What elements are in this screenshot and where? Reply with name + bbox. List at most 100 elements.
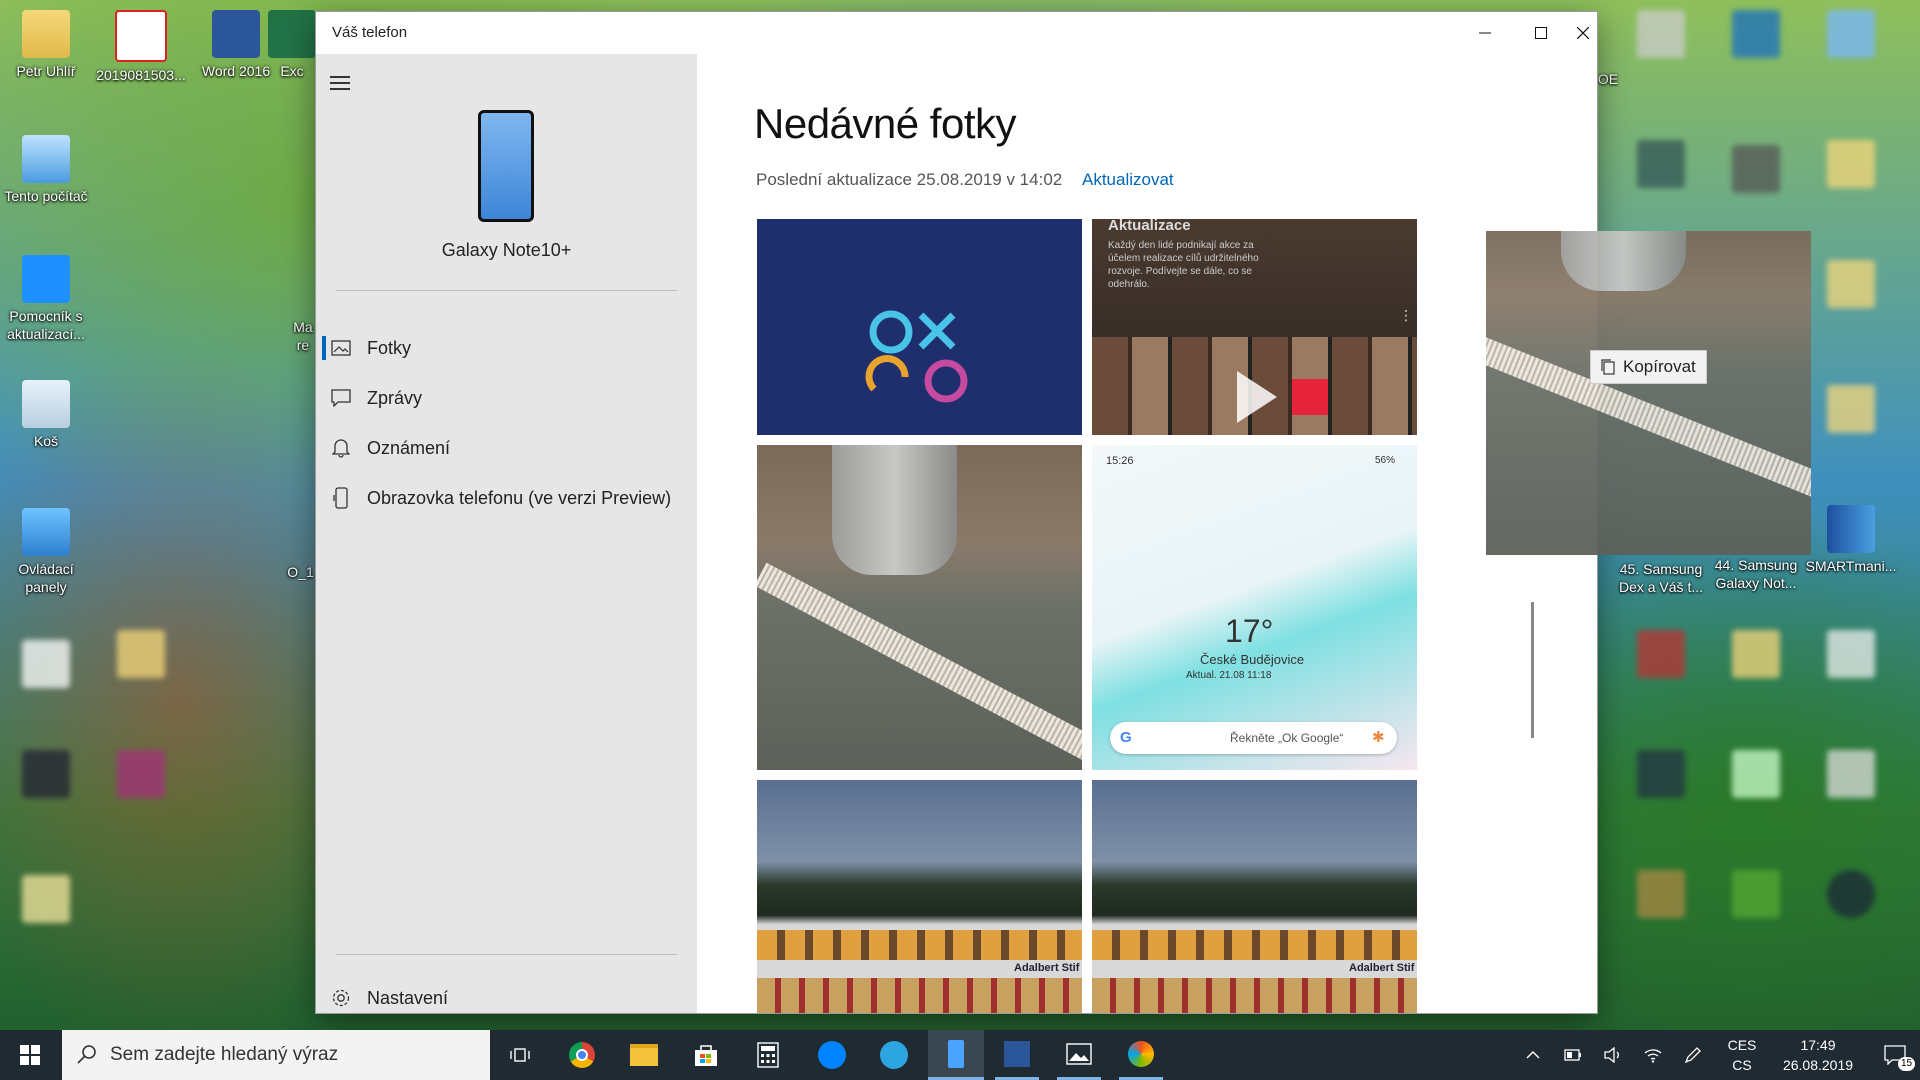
desktop-icon-blurred[interactable]	[1710, 750, 1802, 802]
weather-updated: Aktual. 21.08 11:18	[1186, 670, 1272, 681]
desktop-icon-label: Tento počítač	[4, 188, 88, 204]
desktop-icon-label: 2019081503...	[96, 67, 186, 83]
book-icon	[1637, 630, 1685, 678]
desktop-icon-blurred[interactable]	[1805, 10, 1897, 62]
desktop-icon-blurred[interactable]	[95, 750, 187, 802]
task-view-button[interactable]	[500, 1030, 540, 1080]
close-button[interactable]	[1569, 12, 1597, 54]
nav-item-photos[interactable]: Fotky	[316, 326, 697, 370]
copy-drag-tooltip: Kopírovat	[1590, 350, 1707, 384]
photo-thumbnail-phone-screenshot[interactable]: 15:26 56% 17° České Budějovice Aktual. 2…	[1092, 445, 1417, 770]
desktop-icon-blurred[interactable]	[0, 640, 92, 692]
desktop-icon-blurred[interactable]	[1710, 870, 1802, 922]
photo-thumbnail-vase-on-rug[interactable]	[757, 445, 1082, 770]
desktop-icon-blurred[interactable]	[1710, 145, 1802, 197]
desktop-icon-blurred[interactable]	[1710, 10, 1802, 62]
settings-label: Nastavení	[367, 987, 449, 1008]
show-hidden-icons-button[interactable]	[1518, 1030, 1548, 1080]
taskbar-word[interactable]	[995, 1030, 1039, 1080]
desktop-icon-blurred[interactable]	[0, 875, 92, 927]
desktop-icon-blurred[interactable]	[1805, 385, 1897, 437]
taskbar-file-explorer[interactable]	[622, 1030, 666, 1080]
google-search-bar[interactable]: G Řekněte „Ok Google“ ✱	[1110, 722, 1397, 754]
hamburger-menu-icon[interactable]	[330, 72, 350, 94]
folder-icon	[117, 630, 165, 678]
desktop-icon-blurred[interactable]	[1615, 630, 1707, 682]
desktop-icon-blurred[interactable]	[1805, 630, 1897, 682]
desktop-icon-pdf[interactable]: 2019081503...	[95, 10, 187, 84]
taskbar-chrome[interactable]	[560, 1030, 604, 1080]
pen-tray[interactable]	[1678, 1030, 1708, 1080]
nav-item-notifications[interactable]: Oznámení	[316, 426, 697, 470]
desktop-icon-blurred[interactable]	[1615, 10, 1707, 62]
clock[interactable]: 17:49 26.08.2019	[1770, 1035, 1866, 1075]
desktop-icon-blurred[interactable]	[1615, 870, 1707, 922]
taskbar-paint[interactable]	[1119, 1030, 1163, 1080]
google-hint: Řekněte „Ok Google“	[1230, 731, 1344, 745]
photo-thumbnail-boat-2[interactable]: Adalbert Stif	[1092, 780, 1417, 1013]
folder-icon	[22, 875, 70, 923]
your-phone-window: Váš telefon Galaxy Note10+ Fotky Zprávy	[316, 12, 1597, 1013]
wifi-icon	[1644, 1049, 1662, 1063]
input-language[interactable]: CES CS	[1722, 1035, 1762, 1075]
desktop-icon-blurred[interactable]	[1615, 750, 1707, 802]
desktop-icon-blurred[interactable]	[1805, 750, 1897, 802]
copy-label: Kopírovat	[1623, 357, 1696, 376]
photo-thumbnail-video-collage[interactable]: Aktualizace Každý den lidé podnikají akc…	[1092, 219, 1417, 435]
weather-city: České Budějovice	[1200, 652, 1305, 667]
status-battery: 56%	[1375, 455, 1396, 466]
taskbar: Sem zadejte hledaný výraz CES CS 17:49 2…	[0, 1030, 1920, 1080]
desktop-icon-blurred[interactable]	[1615, 140, 1707, 192]
battery-tray[interactable]	[1558, 1030, 1588, 1080]
start-button[interactable]	[0, 1030, 60, 1080]
nav-item-phone-screen[interactable]: Obrazovka telefonu (ve verzi Preview)	[316, 476, 697, 520]
taskbar-messenger[interactable]	[810, 1030, 854, 1080]
last-updated-text: Poslední aktualizace 25.08.2019 v 14:02	[756, 170, 1063, 189]
sidebar: Galaxy Note10+ Fotky Zprávy Oznámení Obr…	[316, 54, 697, 1013]
taskbar-your-phone[interactable]	[928, 1030, 984, 1080]
desktop-icon-control-panel[interactable]: Ovládací panely	[0, 508, 92, 596]
desktop-icon-blurred[interactable]	[1805, 870, 1897, 922]
desktop-icon-this-pc[interactable]: Tento počítač	[0, 135, 92, 205]
photo-thumbnail-app-logo[interactable]	[757, 219, 1082, 435]
nav-item-settings[interactable]: Nastavení	[316, 976, 697, 1020]
desktop-icon-blurred[interactable]	[95, 630, 187, 682]
desktop-icon-excel[interactable]: Exc	[268, 10, 316, 80]
taskbar-telegram[interactable]	[872, 1030, 916, 1080]
minimize-button[interactable]	[1457, 12, 1513, 54]
volume-tray[interactable]	[1598, 1030, 1628, 1080]
title-bar[interactable]: Váš telefon	[316, 12, 1597, 54]
scrollbar-thumb[interactable]	[1531, 602, 1534, 738]
desktop-icon-user-folder[interactable]: Petr Uhlíř	[0, 10, 92, 80]
desktop-icon-smartmani[interactable]: SMARTmani...	[1805, 505, 1897, 575]
taskbar-calculator[interactable]	[746, 1030, 790, 1080]
dragged-photo-preview	[1486, 231, 1811, 555]
taskbar-store[interactable]	[684, 1030, 728, 1080]
taskbar-search-box[interactable]: Sem zadejte hledaný výraz	[62, 1030, 490, 1080]
refresh-link[interactable]: Aktualizovat	[1082, 170, 1174, 190]
nav-item-messages[interactable]: Zprávy	[316, 376, 697, 420]
book-icon	[1637, 750, 1685, 798]
action-center-button[interactable]: 15	[1872, 1030, 1918, 1080]
desktop-icon-blurred[interactable]	[0, 750, 92, 802]
desktop-icon-label: Ma re	[293, 319, 313, 353]
image-icon	[1732, 145, 1780, 193]
desktop-icon-blurred[interactable]	[1805, 140, 1897, 192]
clock-time: 17:49	[1800, 1037, 1836, 1053]
folder-icon	[1827, 385, 1875, 433]
network-tray[interactable]	[1638, 1030, 1668, 1080]
lang-code-short: CS	[1732, 1057, 1752, 1073]
desktop-icon-recycle-bin[interactable]: Koš	[0, 380, 92, 450]
desktop-icon-update-assistant[interactable]: Pomocník s aktualizací...	[0, 255, 92, 343]
desktop-icon-blurred[interactable]	[1710, 630, 1802, 682]
desktop-icon-blurred[interactable]	[1805, 260, 1897, 312]
desktop-icon-partial-oe[interactable]: OE	[1597, 70, 1619, 88]
taskbar-photos[interactable]	[1057, 1030, 1101, 1080]
maximize-button[interactable]	[1513, 12, 1569, 54]
minimize-icon	[1479, 32, 1491, 34]
more-options-icon[interactable]: ⋮	[1399, 307, 1413, 324]
photo-thumbnail-boat-1[interactable]: Adalbert Stif	[757, 780, 1082, 1013]
desktop-icon-partial-2[interactable]: O_1	[285, 563, 316, 581]
desktop-icon-partial-1[interactable]: Ma re	[290, 318, 316, 354]
desktop-icon-samsung-dex[interactable]: 45. Samsung Dex a Váš t...	[1615, 560, 1707, 596]
